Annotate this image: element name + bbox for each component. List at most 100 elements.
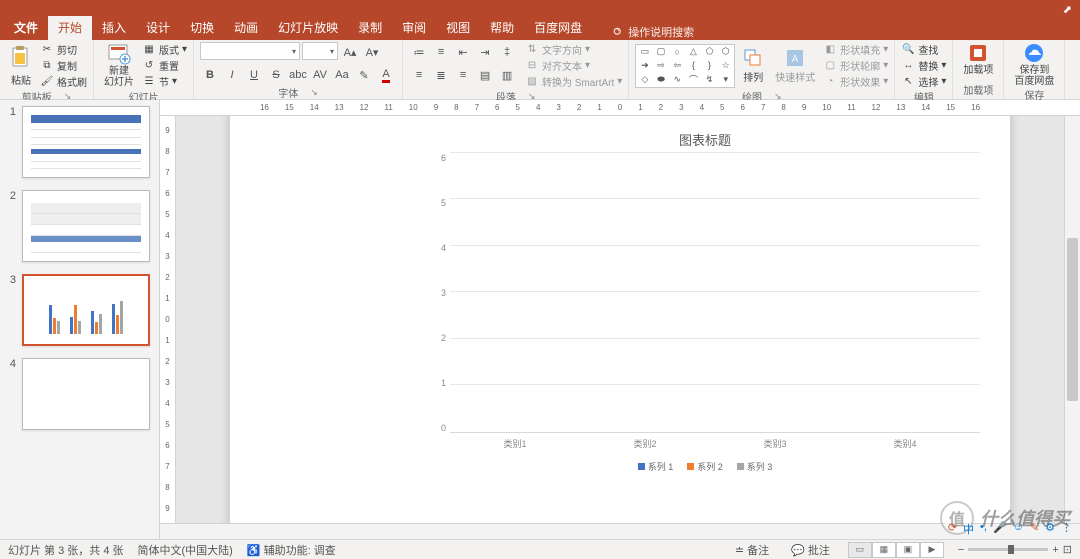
copy-icon: ⧉ bbox=[40, 59, 54, 73]
plot-area bbox=[450, 153, 980, 433]
tab-slideshow[interactable]: 幻灯片放映 bbox=[268, 16, 348, 40]
font-color-button[interactable]: A bbox=[376, 65, 396, 85]
text-direction-button[interactable]: ⇅文字方向 ▾ bbox=[525, 42, 622, 57]
bullets-button[interactable]: ≔ bbox=[409, 42, 429, 62]
new-slide-button[interactable]: 新建 幻灯片 bbox=[100, 43, 138, 88]
reset-button[interactable]: ↺重置 bbox=[142, 58, 187, 73]
font-size-combo[interactable] bbox=[302, 42, 338, 60]
tab-home[interactable]: 开始 bbox=[48, 16, 92, 40]
shape-effects-button[interactable]: ◔形状效果 ▾ bbox=[823, 74, 888, 89]
replace-button[interactable]: ↔替换 ▾ bbox=[901, 58, 946, 73]
font-family-combo[interactable] bbox=[200, 42, 300, 60]
chart-title[interactable]: 图表标题 bbox=[430, 130, 980, 149]
arrange-button[interactable]: 排列 bbox=[739, 48, 767, 84]
normal-view-button[interactable]: ▭ bbox=[848, 542, 872, 558]
shape-fill-button[interactable]: ◧形状填充 ▾ bbox=[823, 42, 888, 57]
format-painter-button[interactable]: 🖌格式刷 bbox=[40, 74, 87, 89]
horizontal-scrollbar[interactable] bbox=[160, 523, 1080, 539]
highlight-button[interactable]: ✎ bbox=[354, 65, 374, 85]
tab-transition[interactable]: 切换 bbox=[180, 16, 224, 40]
increase-indent-button[interactable]: ⇥ bbox=[475, 42, 495, 62]
thumbnail-2[interactable] bbox=[22, 190, 150, 262]
slide-thumbnails[interactable]: 1 2 3 4 bbox=[0, 100, 160, 539]
slide-editor: 1615141312111098765432101234567891011121… bbox=[160, 100, 1080, 539]
chart[interactable]: 图表标题 6543210 类别1类别2类别3类别4 系列 1系列 2系列 3 bbox=[430, 130, 980, 510]
change-case-button[interactable]: Aa bbox=[332, 65, 352, 85]
tab-record[interactable]: 录制 bbox=[348, 16, 392, 40]
columns-button[interactable]: ▥ bbox=[497, 65, 517, 85]
slide-counter[interactable]: 幻灯片 第 3 张，共 4 张 bbox=[8, 542, 124, 558]
fit-window-button[interactable]: ⊡ bbox=[1063, 543, 1072, 556]
tab-baidu[interactable]: 百度网盘 bbox=[524, 16, 592, 40]
strike-button[interactable]: S bbox=[266, 65, 286, 85]
tab-review[interactable]: 审阅 bbox=[392, 16, 436, 40]
tab-view[interactable]: 视图 bbox=[436, 16, 480, 40]
font-dialog-icon[interactable]: ↘ bbox=[310, 87, 318, 98]
view-buttons: ▭ ▦ ▣ ▶ bbox=[848, 542, 944, 558]
ribbon-tabs: 文件 开始 插入 设计 切换 动画 幻灯片放映 录制 审阅 视图 帮助 百度网盘… bbox=[0, 18, 1080, 40]
justify-button[interactable]: ▤ bbox=[475, 65, 495, 85]
find-button[interactable]: 🔍查找 bbox=[901, 42, 946, 57]
slide-canvas[interactable]: 图表标题 6543210 类别1类别2类别3类别4 系列 1系列 2系列 3 bbox=[176, 116, 1064, 523]
italic-button[interactable]: I bbox=[222, 65, 242, 85]
tab-insert[interactable]: 插入 bbox=[92, 16, 136, 40]
thumbnail-3[interactable] bbox=[22, 274, 150, 346]
tab-help[interactable]: 帮助 bbox=[480, 16, 524, 40]
tab-file[interactable]: 文件 bbox=[4, 16, 48, 40]
notes-button[interactable]: ≐ 备注 bbox=[731, 542, 773, 558]
horizontal-ruler[interactable]: 1615141312111098765432101234567891011121… bbox=[160, 100, 1080, 116]
section-button[interactable]: ☰节 ▾ bbox=[142, 74, 187, 89]
line-spacing-button[interactable]: ‡ bbox=[497, 42, 517, 62]
smartart-button[interactable]: ▧转换为 SmartArt ▾ bbox=[525, 74, 622, 89]
tell-me-label: 操作说明搜索 bbox=[628, 24, 694, 40]
tab-design[interactable]: 设计 bbox=[136, 16, 180, 40]
shrink-font-button[interactable]: A▾ bbox=[362, 42, 382, 62]
comments-button[interactable]: 💬 批注 bbox=[787, 542, 834, 558]
numbering-button[interactable]: ≡ bbox=[431, 42, 451, 62]
zoom-in-button[interactable]: + bbox=[1052, 544, 1058, 556]
search-icon: 🔍 bbox=[901, 43, 915, 57]
tell-me-search[interactable]: 操作说明搜索 bbox=[612, 24, 694, 40]
select-button[interactable]: ↖选择 ▾ bbox=[901, 74, 946, 89]
reading-view-button[interactable]: ▣ bbox=[896, 542, 920, 558]
sorter-view-button[interactable]: ▦ bbox=[872, 542, 896, 558]
zoom-slider[interactable]: − + ⊡ bbox=[958, 543, 1072, 556]
status-bar: 幻灯片 第 3 张，共 4 张 简体中文(中国大陆) ♿ 辅助功能: 调查 ≐ … bbox=[0, 539, 1080, 559]
vertical-ruler[interactable]: 9876543210123456789 bbox=[160, 116, 176, 523]
thumbnail-1[interactable] bbox=[22, 106, 150, 178]
copy-button[interactable]: ⧉复制 bbox=[40, 58, 87, 73]
save-baidu-button[interactable]: 保存到 百度网盘 bbox=[1010, 42, 1058, 87]
align-left-button[interactable]: ≡ bbox=[409, 65, 429, 85]
tab-animation[interactable]: 动画 bbox=[224, 16, 268, 40]
group-slides: 新建 幻灯片 ▦版式 ▾ ↺重置 ☰节 ▾ 幻灯片 bbox=[94, 40, 194, 99]
addin-button[interactable]: 加载项 bbox=[959, 42, 997, 76]
zoom-out-button[interactable]: − bbox=[958, 544, 964, 556]
char-spacing-button[interactable]: AV bbox=[310, 65, 330, 85]
y-axis: 6543210 bbox=[430, 153, 450, 433]
x-axis: 类别1类别2类别3类别4 bbox=[430, 433, 980, 450]
shape-outline-button[interactable]: ▢形状轮廓 ▾ bbox=[823, 58, 888, 73]
quick-styles-button[interactable]: A 快速样式 bbox=[771, 48, 819, 84]
paste-button[interactable]: 粘贴 bbox=[6, 45, 36, 87]
align-text-button[interactable]: ⊟对齐文本 ▾ bbox=[525, 58, 622, 73]
ribbon: 粘贴 ✂剪切 ⧉复制 🖌格式刷 剪贴板↘ 新建 幻灯片 ▦版式 ▾ ↺重置 bbox=[0, 40, 1080, 100]
group-addin: 加载项 加载项 bbox=[953, 40, 1004, 99]
slideshow-view-button[interactable]: ▶ bbox=[920, 542, 944, 558]
align-right-button[interactable]: ≡ bbox=[453, 65, 473, 85]
ime-toolbar[interactable]: ⟳中•,🎤☺✎⚙⋮ bbox=[948, 521, 1072, 537]
align-center-button[interactable]: ≣ bbox=[431, 65, 451, 85]
cut-button[interactable]: ✂剪切 bbox=[40, 42, 87, 57]
accessibility-check[interactable]: ♿ 辅助功能: 调查 bbox=[247, 542, 336, 558]
grow-font-button[interactable]: A▴ bbox=[340, 42, 360, 62]
decrease-indent-button[interactable]: ⇤ bbox=[453, 42, 473, 62]
vertical-scrollbar[interactable] bbox=[1064, 116, 1080, 523]
slide[interactable]: 图表标题 6543210 类别1类别2类别3类别4 系列 1系列 2系列 3 bbox=[230, 116, 1010, 523]
share-button[interactable]: ⬈ bbox=[1063, 3, 1072, 16]
thumbnail-4[interactable] bbox=[22, 358, 150, 430]
language-indicator[interactable]: 简体中文(中国大陆) bbox=[138, 542, 233, 558]
bold-button[interactable]: B bbox=[200, 65, 220, 85]
shapes-gallery[interactable]: ▭▢○△⬠⬡ ➜⇨⇦{}☆ ◇⬬∿⌒↯▾ bbox=[635, 44, 735, 88]
underline-button[interactable]: U bbox=[244, 65, 264, 85]
layout-button[interactable]: ▦版式 ▾ bbox=[142, 42, 187, 57]
shadow-button[interactable]: abc bbox=[288, 65, 308, 85]
